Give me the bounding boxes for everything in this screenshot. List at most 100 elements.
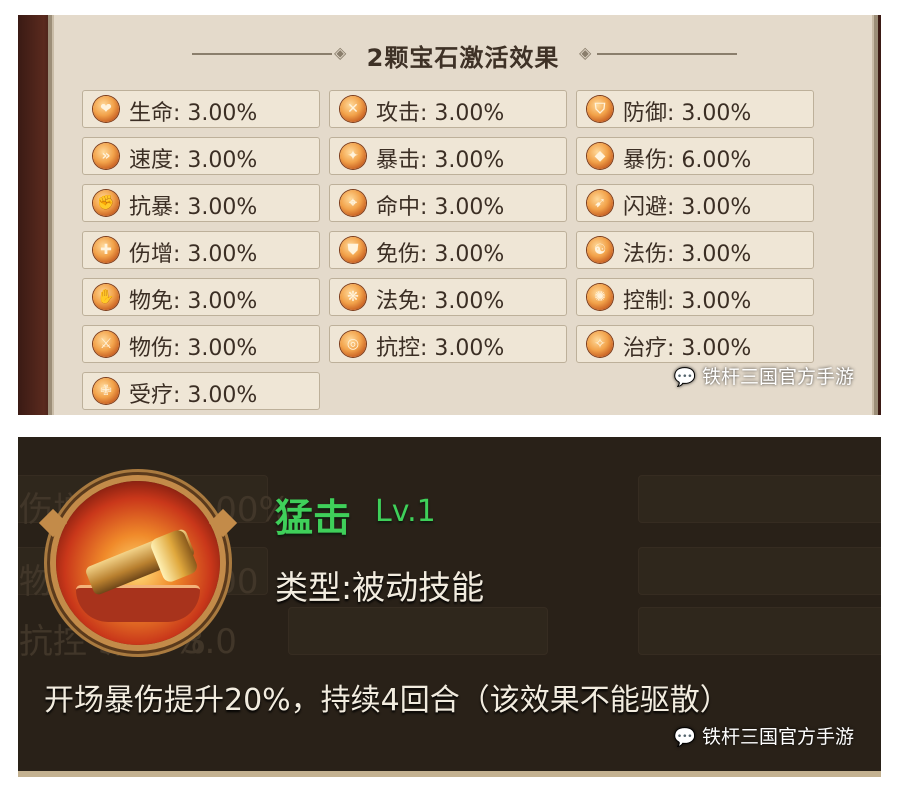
effect-value: 3.00%: [187, 289, 258, 314]
effect-item: ✚ 伤增: 3.00%: [82, 231, 320, 269]
wechat-icon: 💬: [673, 727, 696, 748]
heal-sparkle-icon: ✧: [587, 331, 613, 357]
effect-item: ☯ 法伤: 3.00%: [576, 231, 814, 269]
effect-item: ➹ 闪避: 3.00%: [576, 184, 814, 222]
title-divider-right: [597, 53, 737, 55]
effect-label: 法免: 3.00%: [376, 283, 504, 315]
hammer-head-icon: [148, 527, 200, 585]
physical-immunity-icon: ✋: [93, 284, 119, 310]
effect-name: 控制: [623, 289, 668, 314]
effect-label: 防御: 3.00%: [623, 95, 751, 127]
damage-reduction-icon: ⛊: [340, 237, 366, 263]
crosshair-icon: ⌖: [340, 190, 366, 216]
effect-label: 抗控: 3.00%: [376, 330, 504, 362]
skill-icon: [56, 481, 220, 645]
effect-label: 暴伤: 6.00%: [623, 142, 751, 174]
watermark: 💬 铁杆三国官方手游: [674, 362, 854, 389]
effect-item: ❤ 生命: 3.00%: [82, 90, 320, 128]
effect-name: 法伤: [623, 242, 668, 267]
effect-value: 3.00%: [187, 195, 258, 220]
skill-name: 猛击: [275, 496, 352, 540]
effect-label: 暴击: 3.00%: [376, 142, 504, 174]
target-rings-icon: ◎: [340, 331, 366, 357]
control-icon: ✺: [587, 284, 613, 310]
effect-item: ✋ 物免: 3.00%: [82, 278, 320, 316]
effect-name: 免伤: [376, 242, 421, 267]
effect-item: ❋ 法免: 3.00%: [329, 278, 567, 316]
speed-icon: »: [93, 143, 119, 169]
skill-tooltip-screenshot: 伤增 3.00%物伤 3.00%物免 3.00%控制 3.00抗控 3.00%治…: [18, 437, 881, 777]
damage-boost-icon: ✚: [93, 237, 119, 263]
dodge-boot-icon: ➹: [587, 190, 613, 216]
effect-name: 抗控: [376, 336, 421, 361]
effect-separator: :: [420, 148, 435, 173]
effect-label: 控制: 3.00%: [623, 283, 751, 315]
panel-bottom-border: [18, 771, 881, 777]
critical-damage-icon: ◆: [587, 143, 613, 169]
effect-item: » 速度: 3.00%: [82, 137, 320, 175]
effect-separator: :: [420, 336, 435, 361]
effect-item: ✕ 攻击: 3.00%: [329, 90, 567, 128]
effect-value: 3.00%: [187, 101, 258, 126]
effect-name: 物免: [129, 289, 174, 314]
effect-separator: :: [420, 289, 435, 314]
effect-name: 暴击: [376, 148, 421, 173]
effect-item: ✺ 控制: 3.00%: [576, 278, 814, 316]
gem-effects-panel: ◈ 2颗宝石激活效果 ◈ ❤ 生命: 3.00% ✕ 攻击: 3.00% ⛉ 防御: 3.…: [48, 15, 878, 415]
effect-value: 3.00%: [434, 336, 505, 361]
wechat-icon: 💬: [673, 367, 696, 388]
effect-name: 防御: [623, 101, 668, 126]
effect-item: ⚔ 物伤: 3.00%: [82, 325, 320, 363]
effect-label: 攻击: 3.00%: [376, 95, 504, 127]
effect-name: 治疗: [623, 336, 668, 361]
effect-separator: :: [173, 101, 188, 126]
effect-item: ⌖ 命中: 3.00%: [329, 184, 567, 222]
effect-label: 免伤: 3.00%: [376, 236, 504, 268]
effect-label: 物免: 3.00%: [129, 283, 257, 315]
effect-item: ✊ 抗暴: 3.00%: [82, 184, 320, 222]
skill-description: 开场暴伤提升20%，持续4回合（该效果不能驱散）: [44, 683, 730, 718]
effect-separator: :: [420, 101, 435, 126]
effect-label: 命中: 3.00%: [376, 189, 504, 221]
effect-value: 3.00%: [681, 242, 752, 267]
effect-separator: :: [173, 148, 188, 173]
effect-value: 3.00%: [187, 383, 258, 408]
effect-value: 3.00%: [681, 195, 752, 220]
effect-value: 3.00%: [434, 289, 505, 314]
effect-item: ✦ 暴击: 3.00%: [329, 137, 567, 175]
effect-separator: :: [667, 242, 682, 267]
effect-separator: :: [420, 242, 435, 267]
effect-label: 生命: 3.00%: [129, 95, 257, 127]
effect-separator: :: [173, 242, 188, 267]
heal-received-icon: ✙: [93, 378, 119, 404]
effect-item: ◆ 暴伤: 6.00%: [576, 137, 814, 175]
effect-separator: :: [173, 336, 188, 361]
crossed-swords-icon: ✕: [340, 96, 366, 122]
effect-name: 抗暴: [129, 195, 174, 220]
effect-separator: :: [173, 383, 188, 408]
effect-separator: :: [420, 195, 435, 220]
diamond-ornament-icon: ◈: [579, 43, 592, 62]
effect-value: 3.00%: [434, 195, 505, 220]
effect-value: 3.00%: [681, 336, 752, 361]
effect-value: 3.00%: [187, 336, 258, 361]
effect-label: 物伤: 3.00%: [129, 330, 257, 362]
effect-item: ◎ 抗控: 3.00%: [329, 325, 567, 363]
effect-name: 法免: [376, 289, 421, 314]
heart-icon: ❤: [93, 96, 119, 122]
effect-name: 物伤: [129, 336, 174, 361]
critical-strike-icon: ✦: [340, 143, 366, 169]
effect-value: 3.00%: [434, 242, 505, 267]
panel-title-row: ◈ 2颗宝石激活效果 ◈: [52, 31, 874, 72]
effect-item: ⛊ 免伤: 3.00%: [329, 231, 567, 269]
effect-value: 6.00%: [681, 148, 752, 173]
effect-label: 抗暴: 3.00%: [129, 189, 257, 221]
effect-separator: :: [667, 148, 682, 173]
effect-separator: :: [173, 289, 188, 314]
effect-separator: :: [667, 336, 682, 361]
effect-separator: :: [667, 101, 682, 126]
effect-name: 攻击: [376, 101, 421, 126]
effect-label: 受疗: 3.00%: [129, 377, 257, 409]
effect-name: 受疗: [129, 383, 174, 408]
magic-immunity-icon: ❋: [340, 284, 366, 310]
